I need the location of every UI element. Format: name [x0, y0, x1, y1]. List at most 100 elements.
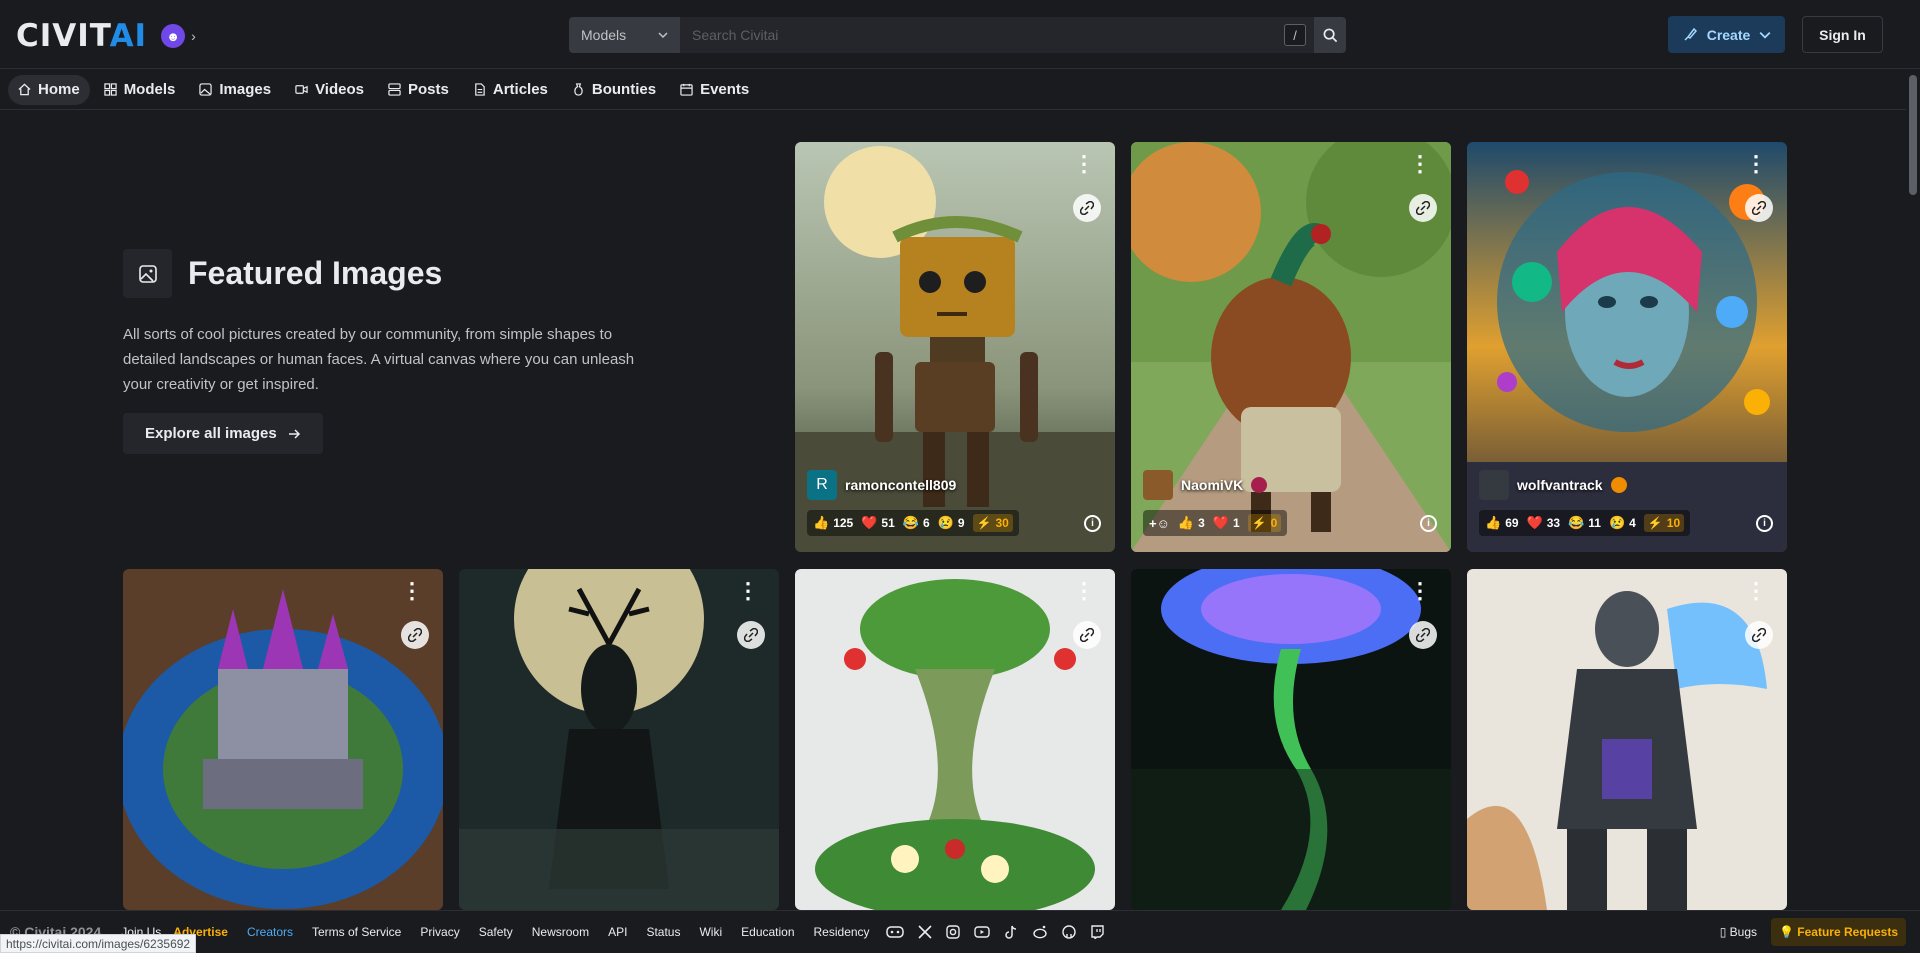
- card-image-knight: [1467, 569, 1787, 910]
- laugh-icon: 😂: [1568, 515, 1585, 530]
- info-icon[interactable]: i: [1084, 515, 1101, 532]
- nav-item-models[interactable]: Models: [94, 75, 186, 105]
- info-icon[interactable]: i: [1420, 515, 1437, 532]
- event-badge-icon[interactable]: ☻: [161, 24, 186, 48]
- heart-reaction[interactable]: ❤️ 33: [1527, 515, 1561, 531]
- card-menu-icon[interactable]: ⋮: [1073, 153, 1095, 175]
- explore-all-images-button[interactable]: Explore all images: [123, 413, 323, 454]
- reddit-icon[interactable]: [1032, 925, 1048, 939]
- search-type-select[interactable]: Models: [569, 17, 680, 53]
- avatar: [1479, 470, 1509, 500]
- card-menu-icon[interactable]: ⋮: [1409, 153, 1431, 175]
- link-icon[interactable]: [737, 621, 765, 649]
- link-icon[interactable]: [1409, 621, 1437, 649]
- sign-in-button[interactable]: Sign In: [1802, 16, 1883, 53]
- nav-item-events[interactable]: Events: [670, 75, 759, 105]
- nav-item-articles[interactable]: Articles: [463, 75, 558, 105]
- card-menu-icon[interactable]: ⋮: [1409, 580, 1431, 602]
- image-card[interactable]: ⋮ R ramoncontell809 👍 125 ❤️ 51 😂 6 😢 9 ⚡ 30 …: [795, 142, 1115, 552]
- nav-item-bounties[interactable]: Bounties: [562, 75, 666, 105]
- nav-label: Images: [219, 81, 272, 98]
- heart-reaction[interactable]: ❤️ 1: [1213, 515, 1240, 531]
- moneybag-icon: [574, 83, 583, 96]
- laugh-reaction[interactable]: 😂 11: [1568, 515, 1601, 531]
- info-icon[interactable]: i: [1756, 515, 1773, 532]
- image-card[interactable]: ⋮: [1467, 569, 1787, 910]
- footer-link-creators[interactable]: Creators: [247, 925, 293, 939]
- heart-reaction[interactable]: ❤️ 51: [861, 515, 895, 531]
- image-card[interactable]: ⋮: [459, 569, 779, 910]
- link-icon[interactable]: [401, 621, 429, 649]
- image-card[interactable]: ⋮ wolfvantrack 👍 69 ❤️ 33 😂 11 😢 4 ⚡ 10 i: [1467, 142, 1787, 552]
- username: NaomiVK: [1181, 477, 1244, 493]
- like-reaction[interactable]: 👍 125: [813, 515, 853, 531]
- nav-item-images[interactable]: Images: [189, 75, 281, 105]
- card-image-jellyfish: [1131, 569, 1451, 910]
- scrollbar-thumb[interactable]: [1909, 75, 1917, 195]
- chevron-right-icon[interactable]: ›: [191, 28, 196, 44]
- cry-icon: 😢: [1608, 515, 1626, 530]
- link-icon[interactable]: [1745, 194, 1773, 222]
- card-user[interactable]: wolfvantrack: [1479, 470, 1627, 500]
- footer-link-privacy[interactable]: Privacy: [420, 925, 459, 939]
- link-icon[interactable]: [1409, 194, 1437, 222]
- cry-reaction[interactable]: 😢 4: [1609, 515, 1636, 531]
- link-icon[interactable]: [1073, 621, 1101, 649]
- card-menu-icon[interactable]: ⋮: [1745, 153, 1767, 175]
- user-badge-icon: [1610, 477, 1627, 493]
- nav-item-videos[interactable]: Videos: [285, 75, 374, 105]
- page-scrollbar[interactable]: [1906, 70, 1920, 910]
- like-reaction[interactable]: 👍 69: [1485, 515, 1519, 531]
- tiktok-icon[interactable]: [1004, 925, 1018, 939]
- footer-link-api[interactable]: API: [608, 925, 627, 939]
- feature-requests-button[interactable]: 💡 Feature Requests: [1771, 918, 1906, 946]
- discord-icon[interactable]: [885, 925, 904, 939]
- featured-image-icon: [123, 249, 172, 298]
- bugs-button[interactable]: ▯ Bugs: [1714, 919, 1763, 945]
- footer-link-safety[interactable]: Safety: [479, 925, 513, 939]
- footer-link-residency[interactable]: Residency: [814, 925, 870, 939]
- logo-text-left: CIVIT: [16, 18, 110, 54]
- username: wolfvantrack: [1517, 477, 1603, 493]
- nav-item-home[interactable]: Home: [8, 74, 90, 105]
- buzz-tip[interactable]: ⚡ 0: [1247, 514, 1282, 532]
- youtube-icon[interactable]: [973, 925, 990, 939]
- card-menu-icon[interactable]: ⋮: [1745, 580, 1767, 602]
- create-button[interactable]: Create: [1668, 16, 1785, 53]
- grid-icon: [104, 83, 117, 96]
- twitch-icon[interactable]: [1090, 925, 1104, 939]
- image-card[interactable]: ⋮: [123, 569, 443, 910]
- card-user[interactable]: R ramoncontell809: [807, 470, 956, 500]
- card-menu-icon[interactable]: ⋮: [737, 580, 759, 602]
- cry-reaction[interactable]: 😢 9: [938, 515, 965, 531]
- link-icon[interactable]: [1073, 194, 1101, 222]
- nav-item-posts[interactable]: Posts: [378, 75, 459, 105]
- list-icon: [388, 83, 401, 96]
- github-icon[interactable]: [1061, 925, 1076, 939]
- laugh-reaction[interactable]: 😂 6: [903, 515, 930, 531]
- link-icon[interactable]: [1745, 621, 1773, 649]
- search-input[interactable]: [680, 17, 1314, 53]
- card-menu-icon[interactable]: ⋮: [1073, 580, 1095, 602]
- heart-icon: ❤️: [1212, 515, 1229, 530]
- add-reaction-button[interactable]: +☺: [1149, 516, 1170, 531]
- x-icon[interactable]: [917, 925, 932, 939]
- footer-link-newsroom[interactable]: Newsroom: [532, 925, 589, 939]
- civitai-logo[interactable]: CIVITAI ☻ ›: [16, 18, 196, 54]
- footer-link-wiki[interactable]: Wiki: [699, 925, 722, 939]
- buzz-tip[interactable]: ⚡ 30: [972, 514, 1013, 532]
- image-card[interactable]: ⋮ NaomiVK +☺ 👍 3 ❤️ 1 ⚡ 0 i: [1131, 142, 1451, 552]
- card-user[interactable]: NaomiVK: [1143, 470, 1268, 500]
- nav-label: Bounties: [591, 81, 657, 98]
- image-card[interactable]: ⋮: [795, 569, 1115, 910]
- footer-link-education[interactable]: Education: [741, 925, 794, 939]
- footer-link-status[interactable]: Status: [646, 925, 680, 939]
- instagram-icon[interactable]: [945, 925, 960, 939]
- search-button[interactable]: [1314, 17, 1346, 53]
- buzz-tip[interactable]: ⚡ 10: [1643, 514, 1685, 532]
- bolt-icon: ⚡: [1251, 516, 1267, 530]
- card-menu-icon[interactable]: ⋮: [401, 580, 423, 602]
- image-card[interactable]: ⋮: [1131, 569, 1451, 910]
- footer-link-terms[interactable]: Terms of Service: [312, 925, 401, 939]
- like-reaction[interactable]: 👍 3: [1178, 515, 1205, 531]
